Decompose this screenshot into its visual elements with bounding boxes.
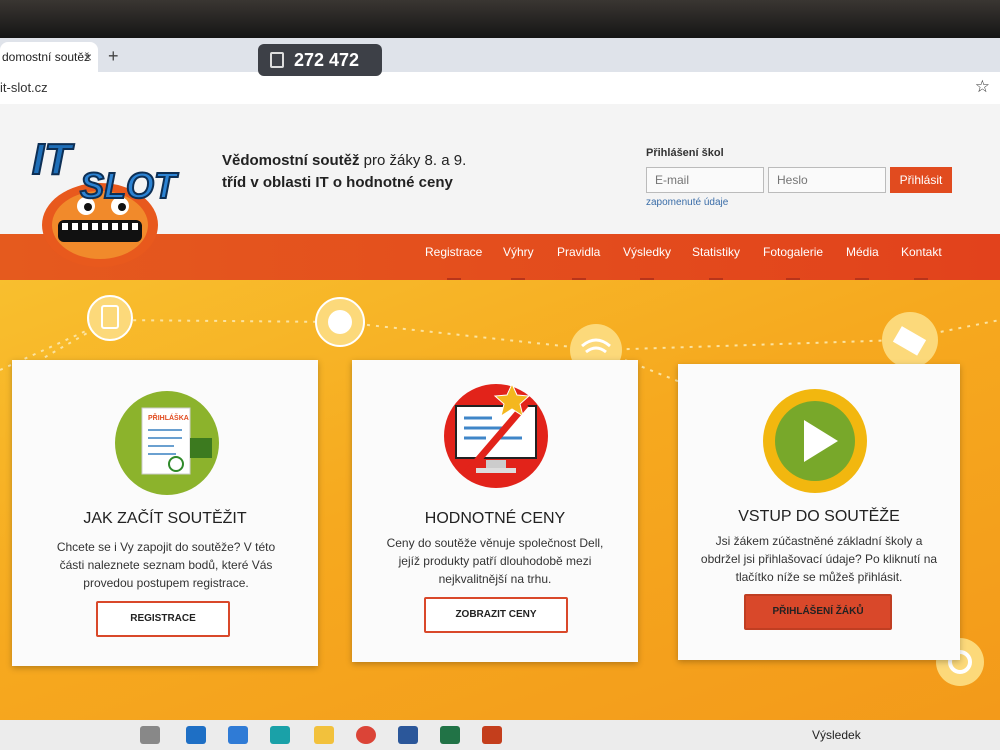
play-icon (763, 389, 867, 493)
form-badge-text: PŘIHLÁŠKA (148, 413, 189, 422)
card-title: HODNOTNÉ CENY (424, 510, 566, 527)
card-text: Jsi žákem zúčastněné základní školy a ob… (700, 534, 938, 584)
counter-value: 272 472 (294, 49, 360, 70)
nav-item-pravidla[interactable]: Pravidla (557, 245, 600, 280)
word-icon[interactable] (398, 726, 418, 744)
file-explorer-icon[interactable] (314, 726, 334, 744)
calendar-icon[interactable] (228, 726, 248, 744)
weather-widget[interactable]: Výsledek (812, 728, 861, 742)
excel-icon[interactable] (440, 726, 460, 744)
edge-icon[interactable] (270, 726, 290, 744)
registration-button[interactable]: REGISTRACE (96, 601, 230, 637)
chrome-icon[interactable] (356, 726, 376, 744)
nav-item-media[interactable]: Média (846, 245, 879, 280)
show-prizes-button[interactable]: ZOBRAZIT CENY (424, 597, 568, 633)
tab-title: domostní soutěž (2, 50, 91, 64)
close-tab-icon[interactable]: × (84, 42, 92, 72)
outlook-icon[interactable] (186, 726, 206, 744)
counter-icon (270, 52, 284, 68)
bookmark-star-icon[interactable]: ☆ (975, 77, 990, 97)
nav-item-kontakt[interactable]: Kontakt (901, 245, 942, 280)
nav-item-vyhry[interactable]: Výhry (503, 245, 534, 280)
tablet-icon (87, 295, 133, 341)
browser-tab-bar: domostní soutěž × + (0, 38, 1000, 72)
email-field[interactable] (646, 167, 764, 193)
browser-tab[interactable]: domostní soutěž × (0, 42, 98, 72)
address-bar[interactable]: it-slot.cz ☆ (0, 72, 1000, 105)
forgot-credentials-link[interactable]: zapomenuté údaje (646, 197, 728, 208)
windows-taskbar: Výsledek (0, 720, 1000, 750)
login-button[interactable]: Přihlásit (890, 167, 952, 193)
card-enter-competition: VSTUP DO SOUTĚŽE Jsi žákem zúčastněné zá… (678, 364, 960, 660)
hero-section: PŘIHLÁŠKA JAK ZAČÍT SOUTĚŽIT Chcete se i… (0, 280, 1000, 720)
site-tagline: Vědomostní soutěž pro žáky 8. a 9. tříd … (222, 152, 467, 191)
view-counter-badge: 272 472 (258, 44, 382, 76)
new-tab-button[interactable]: + (108, 46, 119, 67)
nav-item-statistiky[interactable]: Statistiky (692, 245, 740, 280)
school-login-form: Přihlášení škol Přihlásit zapomenuté úda… (646, 147, 952, 208)
url-text[interactable]: it-slot.cz (0, 80, 48, 95)
card-title: VSTUP DO SOUTĚŽE (738, 508, 900, 525)
login-title: Přihlášení škol (646, 147, 724, 159)
powerpoint-icon[interactable] (482, 726, 502, 744)
it-slot-logo[interactable]: IT SLOT (28, 120, 198, 270)
task-view-icon[interactable] (140, 726, 160, 744)
application-form-icon: PŘIHLÁŠKA (115, 391, 219, 495)
nav-item-registrace[interactable]: Registrace (425, 245, 482, 280)
student-login-button[interactable]: PŘIHLÁŠENÍ ŽÁKŮ (744, 594, 892, 630)
card-how-to-start: PŘIHLÁŠKA JAK ZAČÍT SOUTĚŽIT Chcete se i… (12, 360, 318, 666)
card-prizes: HODNOTNÉ CENY Ceny do soutěže věnuje spo… (352, 360, 638, 662)
card-text: Chcete se i Vy zapojit do soutěže? V tét… (56, 540, 276, 590)
computer-prize-icon (444, 382, 548, 488)
card-title: JAK ZAČÍT SOUTĚŽIT (83, 510, 247, 527)
logo-text-slot: SLOT (80, 165, 179, 206)
nav-item-vysledky[interactable]: Výsledky (623, 245, 671, 280)
password-field[interactable] (768, 167, 886, 193)
nav-item-fotogalerie[interactable]: Fotogalerie (763, 245, 823, 280)
logo-text-it: IT (32, 135, 74, 184)
monitor-bezel (0, 0, 1000, 38)
card-text: Ceny do soutěže věnuje společnost Dell, … (386, 536, 604, 586)
